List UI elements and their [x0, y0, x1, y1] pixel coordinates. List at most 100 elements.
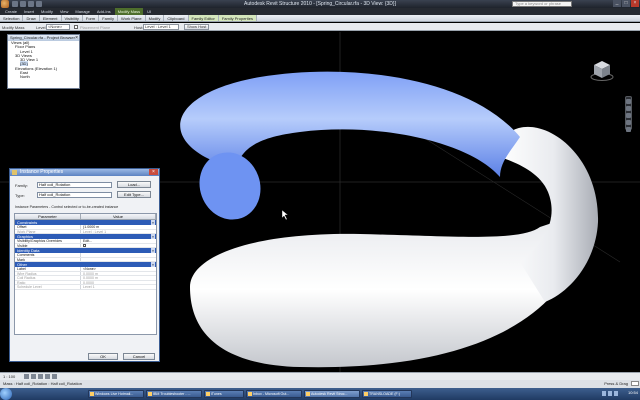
- temporary-hide-icon[interactable]: [52, 374, 57, 379]
- param-value[interactable]: (1.0000 m: [81, 225, 156, 228]
- tube-end-cap[interactable]: [190, 144, 270, 228]
- undo-icon[interactable]: [28, 1, 34, 7]
- visible-checkbox[interactable]: [83, 244, 86, 247]
- nav-menu-icon[interactable]: [626, 127, 631, 132]
- taskbar-item[interactable]: Windows Live Hotmail...: [88, 390, 144, 398]
- panel-clipboard[interactable]: Clipboard: [164, 15, 189, 21]
- steering-wheel-icon[interactable]: [626, 99, 631, 104]
- type-select[interactable]: Half coil_Rotation: [37, 192, 112, 198]
- dialog-titlebar: Instance Properties ×: [10, 169, 159, 176]
- app-icon: [206, 392, 210, 396]
- clock[interactable]: 10:54: [628, 390, 638, 395]
- project-browser-close-button[interactable]: ×: [75, 35, 78, 41]
- redo-icon[interactable]: [36, 1, 42, 7]
- param-name: Offset: [15, 225, 81, 229]
- view-scale[interactable]: 1 : 100: [3, 374, 15, 379]
- dialog-title: Instance Properties: [20, 169, 64, 175]
- tab-create[interactable]: Create: [2, 8, 20, 15]
- application-menu-button[interactable]: [1, 0, 9, 8]
- taskbar-item[interactable]: IBM Troubleshooter - ...: [146, 390, 202, 398]
- mouse-cursor-icon: [281, 209, 289, 221]
- param-value[interactable]: <None>: [81, 267, 156, 270]
- taskbar-item[interactable]: Inbox - Microsoft Out...: [246, 390, 302, 398]
- tube-bottom-section[interactable]: [190, 212, 585, 368]
- save-icon[interactable]: [20, 1, 26, 7]
- close-button[interactable]: ×: [631, 0, 639, 7]
- param-name: Comments: [15, 253, 81, 257]
- param-name: Mark: [15, 257, 81, 261]
- placement-plane-checkbox[interactable]: [74, 25, 78, 29]
- navigation-bar: [625, 96, 632, 132]
- pan-icon[interactable]: [626, 113, 631, 118]
- shadows-icon[interactable]: [38, 374, 43, 379]
- param-group-header[interactable]: Graphics «: [15, 234, 156, 239]
- param-checkbox-cell[interactable]: [81, 244, 156, 247]
- tab-modify-mass[interactable]: Modify Mass: [114, 8, 144, 15]
- collapse-icon[interactable]: «: [151, 262, 155, 267]
- ok-button[interactable]: OK: [88, 353, 118, 360]
- zoom-icon[interactable]: [626, 106, 631, 111]
- param-group-header[interactable]: Constraints «: [15, 220, 156, 225]
- detail-level-icon[interactable]: [24, 374, 29, 379]
- panel-selection[interactable]: Selection: [0, 15, 24, 21]
- param-row: Schedule Level Level 1: [15, 285, 156, 290]
- edit-type-button[interactable]: Edit Type...: [117, 191, 151, 198]
- placement-plane-label: Placement Plane: [80, 25, 111, 30]
- param-value: Level : Level 1: [83, 229, 107, 233]
- panel-family[interactable]: Family: [99, 15, 118, 21]
- folder-icon: [364, 392, 368, 396]
- tab-insert[interactable]: Insert: [21, 8, 37, 15]
- collapse-icon[interactable]: «: [151, 248, 155, 253]
- tab-add-ins[interactable]: Add-Ins: [94, 8, 114, 15]
- panel-family-editor[interactable]: Family Editor: [188, 15, 219, 21]
- panel-modify[interactable]: Modify: [146, 15, 165, 21]
- panel-element[interactable]: Element: [40, 15, 62, 21]
- param-value[interactable]: [81, 253, 156, 257]
- taskbar-item[interactable]: TRANSLOADE (F:): [362, 390, 412, 398]
- filter-icon[interactable]: [631, 381, 639, 386]
- view-cube-icon[interactable]: [590, 58, 614, 82]
- family-select[interactable]: Half coil_Rotation: [37, 182, 112, 188]
- power-icon[interactable]: [614, 391, 618, 396]
- cancel-button[interactable]: Cancel: [123, 353, 155, 360]
- panel-draw[interactable]: Draw: [23, 15, 40, 21]
- load-button[interactable]: Load...: [117, 181, 151, 188]
- tab-manage[interactable]: Manage: [72, 8, 92, 15]
- taskbar-item[interactable]: iTunes: [204, 390, 244, 398]
- param-name: Wire Radius: [15, 271, 81, 275]
- dialog-close-button[interactable]: ×: [149, 169, 158, 175]
- param-group-label: Constraints: [17, 220, 38, 225]
- help-search-input[interactable]: Type a keyword or phrase: [512, 1, 572, 7]
- taskbar-item-active[interactable]: Autodesk Revit Struc...: [304, 390, 360, 398]
- collapse-icon[interactable]: «: [151, 234, 155, 239]
- window-controls: _ □ ×: [613, 0, 639, 8]
- collapse-icon[interactable]: «: [151, 220, 155, 225]
- crop-view-icon[interactable]: [45, 374, 50, 379]
- show-host-button[interactable]: Show Host: [184, 24, 210, 30]
- param-value[interactable]: [81, 258, 156, 262]
- tab-modify[interactable]: Modify: [38, 8, 56, 15]
- panel-visibility[interactable]: Visibility: [62, 15, 83, 21]
- param-name: Schedule Level: [15, 285, 81, 289]
- start-button[interactable]: [0, 388, 12, 400]
- tab-view[interactable]: View: [57, 8, 72, 15]
- tree-item[interactable]: North: [9, 75, 79, 80]
- param-group-header[interactable]: Identity Data «: [15, 248, 156, 253]
- param-group-header[interactable]: Other «: [15, 262, 156, 267]
- maximize-button[interactable]: □: [622, 0, 630, 7]
- level-select[interactable]: <None>: [46, 24, 70, 30]
- param-value[interactable]: Edit...: [81, 239, 156, 242]
- open-icon[interactable]: [12, 1, 18, 7]
- orbit-icon[interactable]: [626, 120, 631, 125]
- param-group-label: Identity Data: [17, 248, 40, 253]
- visual-style-icon[interactable]: [31, 374, 36, 379]
- volume-icon[interactable]: [608, 391, 612, 396]
- panel-work-plane[interactable]: Work Plane: [118, 15, 146, 21]
- network-icon[interactable]: [602, 391, 606, 396]
- parameter-table: Parameter Value Constraints « Offset (1.000…: [14, 213, 157, 335]
- tab-ui[interactable]: UI: [144, 8, 154, 15]
- panel-family-properties[interactable]: Family Properties: [218, 15, 257, 21]
- host-select[interactable]: Level : Level 1: [143, 24, 179, 30]
- minimize-button[interactable]: _: [613, 0, 621, 7]
- panel-form[interactable]: Form: [83, 15, 100, 21]
